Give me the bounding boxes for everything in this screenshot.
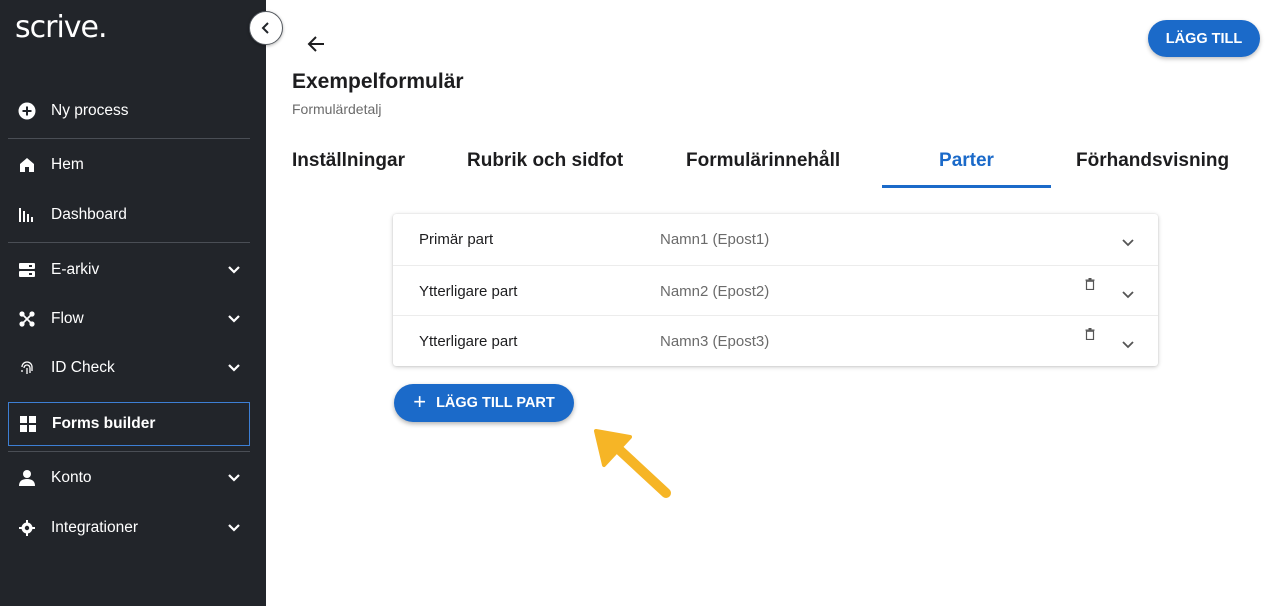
chevron-down-icon[interactable] <box>224 309 244 329</box>
sidebar: scrive. Ny process Hem Dashboard E-arkiv… <box>0 0 266 606</box>
sidebar-item-label: Integrationer <box>51 519 139 536</box>
sidebar-divider <box>8 138 250 139</box>
page-title: Exempelformulär <box>292 70 464 93</box>
parties-list: Primär part Namn1 (Epost1) Ytterligare p… <box>393 214 1158 366</box>
app-window: scrive. Ny process Hem Dashboard E-arkiv… <box>0 0 1280 606</box>
tab-formularinnehall[interactable]: Formulärinnehåll <box>686 150 840 188</box>
party-person: Namn3 (Epost3) <box>660 333 770 350</box>
chevron-down-icon[interactable] <box>224 260 244 280</box>
sidebar-item-label: Konto <box>51 469 92 486</box>
person-icon <box>18 469 36 487</box>
tab-installningar[interactable]: Inställningar <box>292 150 405 188</box>
sidebar-item-label: Forms builder <box>52 415 156 432</box>
party-row[interactable]: Ytterligare part Namn3 (Epost3) <box>393 315 1158 365</box>
sidebar-divider <box>8 242 250 243</box>
tab-forhandsvisning[interactable]: Förhandsvisning <box>1076 150 1229 188</box>
chevron-down-icon[interactable] <box>224 358 244 378</box>
chevron-down-icon[interactable] <box>1117 334 1139 356</box>
sidebar-item-label: E-arkiv <box>51 261 100 278</box>
sidebar-item-label: Ny process <box>51 102 129 119</box>
home-icon <box>18 156 36 174</box>
add-button[interactable]: LÄGG TILL <box>1148 20 1260 57</box>
scrive-logo[interactable]: scrive. <box>15 10 108 45</box>
sidebar-item-dashboard[interactable]: Dashboard <box>8 194 250 236</box>
arrow-left-icon <box>307 36 324 52</box>
party-person: Namn2 (Epost2) <box>660 283 770 300</box>
sidebar-item-label: Flow <box>51 310 84 327</box>
sidebar-divider <box>8 451 250 452</box>
party-row[interactable]: Ytterligare part Namn2 (Epost2) <box>393 265 1158 315</box>
sidebar-item-id-check[interactable]: ID Check <box>8 347 250 389</box>
flow-icon <box>18 310 36 328</box>
grid-icon <box>19 415 37 433</box>
party-role: Ytterligare part <box>419 333 518 350</box>
add-circle-icon <box>18 102 36 120</box>
page-subtitle: Formulärdetalj <box>292 101 382 117</box>
add-party-label: LÄGG TILL PART <box>436 395 555 411</box>
sidebar-item-label: Dashboard <box>51 206 127 223</box>
archive-icon <box>18 261 36 279</box>
sidebar-item-konto[interactable]: Konto <box>8 457 250 499</box>
sidebar-item-flow[interactable]: Flow <box>8 298 250 340</box>
chevron-down-icon[interactable] <box>1117 284 1139 306</box>
party-role: Ytterligare part <box>419 283 518 300</box>
party-row[interactable]: Primär part Namn1 (Epost1) <box>393 214 1158 264</box>
sidebar-item-e-arkiv[interactable]: E-arkiv <box>8 249 250 291</box>
sidebar-item-forms-builder[interactable]: Forms builder <box>8 402 250 446</box>
sidebar-item-ny-process[interactable]: Ny process <box>8 90 250 132</box>
sidebar-item-label: Hem <box>51 156 84 173</box>
add-party-button[interactable]: + LÄGG TILL PART <box>394 384 574 422</box>
chevron-left-icon <box>261 22 269 34</box>
trash-icon[interactable] <box>1083 327 1097 341</box>
sidebar-item-integrationer[interactable]: Integrationer <box>8 507 250 549</box>
sidebar-item-label: ID Check <box>51 359 115 376</box>
bar-chart-icon <box>18 206 36 224</box>
tab-rubrik-och-sidfot[interactable]: Rubrik och sidfot <box>467 150 623 188</box>
pointer-arrow-icon <box>594 429 671 498</box>
fingerprint-icon <box>18 359 36 377</box>
chevron-down-icon[interactable] <box>224 518 244 538</box>
party-person: Namn1 (Epost1) <box>660 231 770 248</box>
back-button[interactable] <box>303 30 331 58</box>
chevron-down-icon[interactable] <box>1117 232 1139 254</box>
collapse-sidebar-button[interactable] <box>249 11 283 45</box>
trash-icon[interactable] <box>1083 277 1097 291</box>
sidebar-item-hem[interactable]: Hem <box>8 144 250 186</box>
party-role: Primär part <box>419 231 494 248</box>
tab-parter[interactable]: Parter <box>882 150 1051 188</box>
chevron-down-icon[interactable] <box>224 468 244 488</box>
plus-icon: + <box>413 389 427 414</box>
gear-icon <box>18 519 36 537</box>
